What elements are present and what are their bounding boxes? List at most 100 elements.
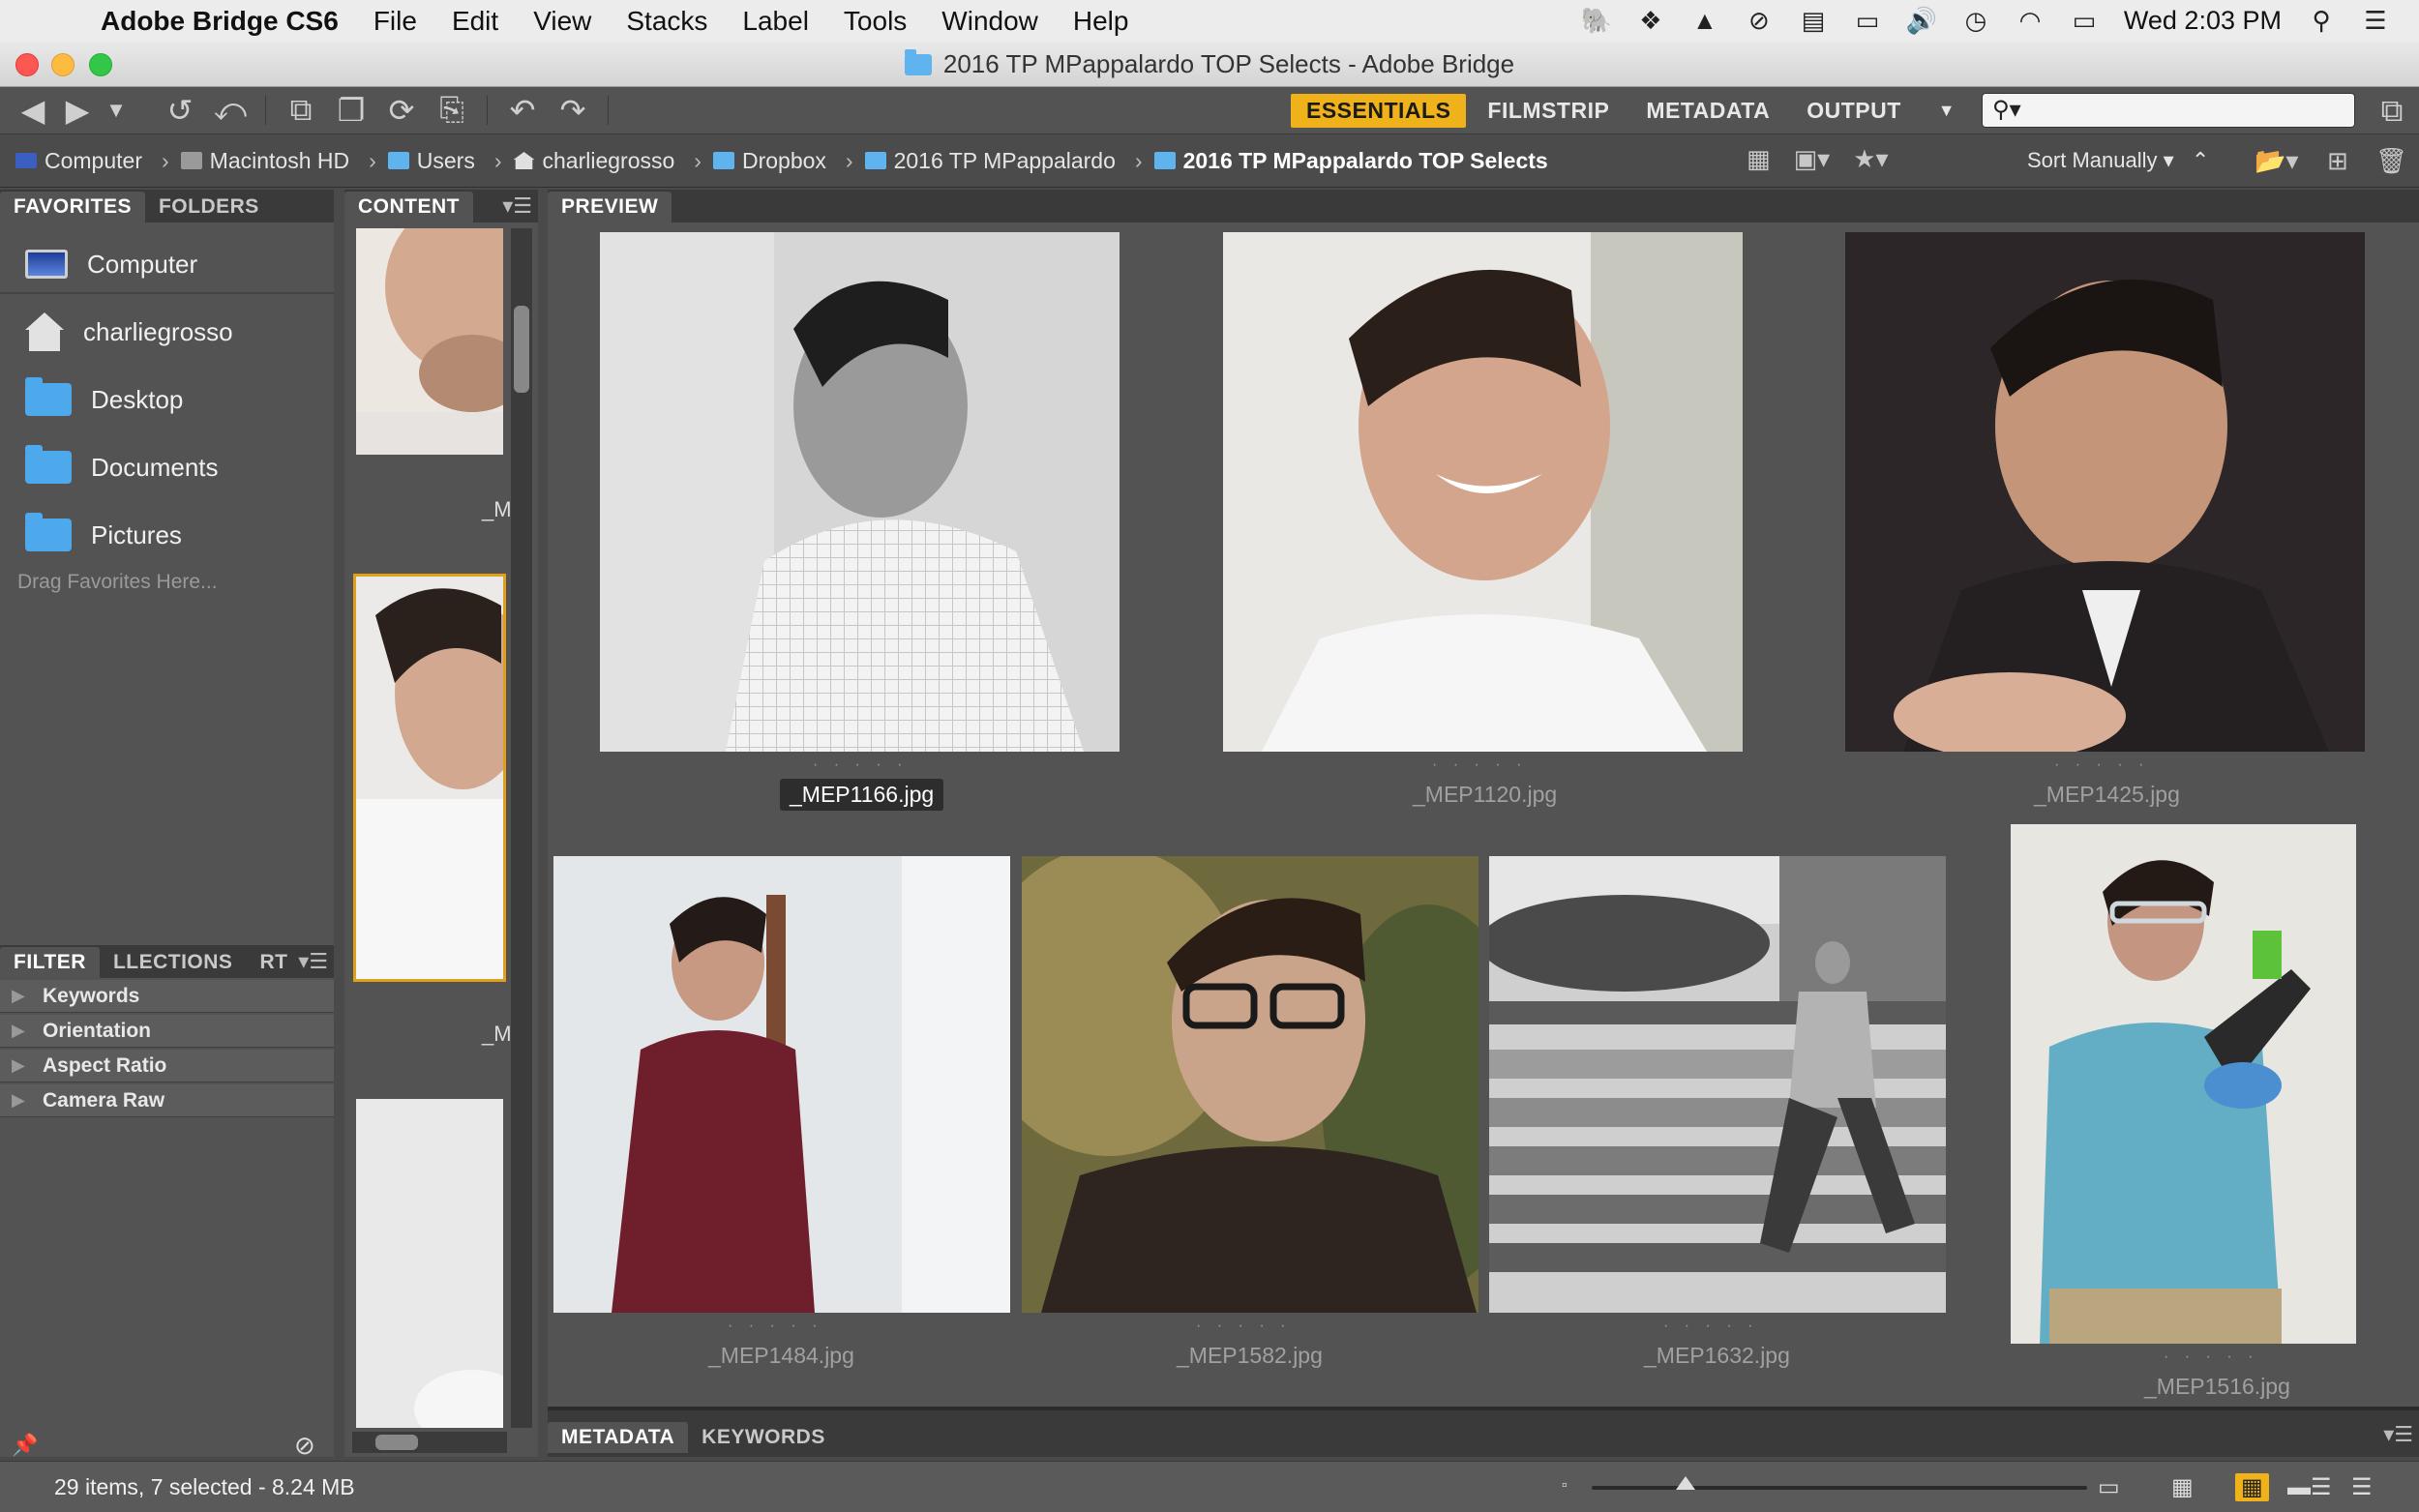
rating-dots[interactable]: · · · · · — [728, 1318, 822, 1335]
sort-control[interactable]: Sort Manually ▾ ⌃ — [2027, 148, 2209, 173]
panel-menu-icon[interactable]: ▾☰ — [502, 193, 532, 219]
notification-center-icon[interactable]: ☰ — [2361, 6, 2390, 36]
photo-mep1632[interactable] — [1489, 856, 1946, 1313]
tab-folders[interactable]: FOLDERS — [145, 192, 273, 222]
thumbnail-quality-icon[interactable]: ▣▾ — [1794, 144, 1831, 174]
rating-dots[interactable]: · · · · · — [813, 756, 908, 774]
quality-options-icon[interactable]: ▦ — [1747, 144, 1771, 174]
photo-mep1582[interactable] — [1022, 856, 1478, 1313]
time-machine-icon[interactable]: ◷ — [1961, 6, 1990, 36]
photo-mep1166[interactable] — [600, 232, 1120, 752]
rating-dots[interactable]: · · · · · — [1196, 1318, 1291, 1335]
filter-camera-raw[interactable]: ▶ Camera Raw — [0, 1084, 334, 1117]
battery-monitor-icon[interactable]: ▤ — [1799, 6, 1828, 36]
tab-content[interactable]: CONTENT — [344, 192, 473, 222]
battery-icon[interactable]: ▭ — [2070, 6, 2099, 36]
photo-label-mep1582[interactable]: _MEP1582.jpg — [1167, 1340, 1332, 1372]
workspace-output[interactable]: OUTPUT — [1791, 94, 1917, 128]
rating-dots[interactable]: · · · · · — [1663, 1318, 1758, 1335]
new-folder-icon[interactable]: ⊞ — [2327, 146, 2348, 176]
crumb-top-selects[interactable]: 2016 TP MPappalardo TOP Selects — [1153, 148, 1548, 174]
forward-arrow-icon[interactable]: ▶ — [58, 92, 97, 129]
back-arrow-icon[interactable]: ◀ — [8, 92, 58, 129]
open-with-icon[interactable]: ⎘ — [427, 92, 477, 129]
photo-mep1516[interactable] — [2011, 824, 2356, 1344]
photo-label-mep1425[interactable]: _MEP1425.jpg — [2024, 779, 2190, 811]
menu-stacks[interactable]: Stacks — [626, 6, 707, 37]
boomerang-icon[interactable]: ↺ — [155, 92, 205, 129]
photo-mep1120[interactable] — [1223, 232, 1743, 752]
filter-orientation[interactable]: ▶ Orientation — [0, 1015, 334, 1048]
tab-metadata[interactable]: METADATA — [548, 1422, 689, 1453]
menu-help[interactable]: Help — [1073, 6, 1129, 37]
wifi-icon[interactable]: ◠ — [2016, 6, 2045, 36]
refine-icon[interactable]: ❐ — [326, 92, 376, 129]
menu-file[interactable]: File — [373, 6, 417, 37]
menu-tools[interactable]: Tools — [844, 6, 907, 37]
thumbnail-size-slider[interactable] — [1592, 1476, 2087, 1490]
rating-dots[interactable]: · · · · · — [2054, 756, 2149, 774]
favorite-charliegrosso[interactable]: charliegrosso — [0, 298, 334, 366]
pin-icon[interactable]: 📌 — [12, 1433, 38, 1458]
photo-label-mep1120[interactable]: _MEP1120.jpg — [1403, 779, 1567, 811]
favorite-documents[interactable]: Documents — [0, 433, 334, 501]
tab-keywords[interactable]: KEYWORDS — [688, 1422, 839, 1453]
crumb-2016-tp-mpappalardo[interactable]: 2016 TP MPappalardo › — [864, 148, 1154, 174]
content-hscrollbar[interactable] — [352, 1432, 507, 1453]
workspace-more-icon[interactable]: ▼ — [1923, 97, 1971, 125]
search-field[interactable]: ⚲▾ — [1982, 93, 2355, 128]
trash-icon[interactable]: 🗑 — [2375, 146, 2407, 176]
sync-icon[interactable]: ⊘ — [1745, 6, 1774, 36]
view-thumbnails-icon[interactable]: ▦ — [2235, 1473, 2269, 1501]
dropbox-icon[interactable]: ❖ — [1636, 6, 1665, 36]
favorite-desktop[interactable]: Desktop — [0, 366, 334, 433]
panel-menu-icon[interactable]: ▾☰ — [2383, 1422, 2413, 1447]
photo-mep1425[interactable] — [1845, 232, 2365, 752]
volume-icon[interactable]: 🔊 — [1906, 6, 1937, 36]
tab-filter[interactable]: FILTER — [0, 947, 100, 978]
content-thumbnail-selected[interactable] — [353, 574, 506, 982]
panel-menu-icon[interactable]: ▾☰ — [298, 949, 328, 974]
sort-ascending-icon[interactable]: ⌃ — [2192, 148, 2209, 172]
menubar-clock[interactable]: Wed 2:03 PM — [2124, 6, 2282, 36]
crumb-charliegrosso[interactable]: charliegrosso › — [513, 148, 713, 174]
favorite-pictures[interactable]: Pictures — [0, 501, 334, 569]
open-recent-folder-icon[interactable]: 📂▾ — [2255, 146, 2298, 176]
crumb-dropbox[interactable]: Dropbox › — [712, 148, 865, 174]
photo-label-mep1166[interactable]: _MEP1166.jpg — [780, 779, 944, 811]
lock-grid-icon[interactable]: ▦ — [2171, 1473, 2194, 1501]
menu-view[interactable]: View — [533, 6, 591, 37]
workspace-essentials[interactable]: ESSENTIALS — [1291, 93, 1467, 128]
content-thumbnail[interactable] — [356, 1099, 503, 1428]
clear-filter-icon[interactable]: ⊘ — [294, 1431, 315, 1461]
crumb-computer[interactable]: Computer › — [15, 148, 181, 174]
crumb-users[interactable]: Users › — [387, 148, 514, 174]
photo-label-mep1516[interactable]: _MEP1516.jpg — [2135, 1371, 2300, 1403]
recent-dropdown-icon[interactable]: ▼ — [97, 98, 135, 123]
content-thumbnail[interactable] — [356, 228, 503, 455]
app-menu[interactable]: Adobe Bridge CS6 — [101, 6, 339, 37]
rating-dots[interactable]: · · · · · — [2164, 1349, 2258, 1366]
tab-favorites[interactable]: FAVORITES — [0, 192, 145, 222]
rating-filter-icon[interactable]: ★▾ — [1853, 144, 1888, 174]
tab-export[interactable]: RT — [246, 947, 301, 978]
menu-window[interactable]: Window — [941, 6, 1038, 37]
google-drive-icon[interactable]: ▲ — [1690, 6, 1719, 36]
view-list-icon[interactable]: ☰ — [2351, 1473, 2373, 1501]
compact-mode-icon[interactable]: ⧉ — [2367, 93, 2417, 130]
rating-dots[interactable]: · · · · · — [1432, 756, 1527, 774]
crumb-macintosh-hd[interactable]: Macintosh HD › — [180, 148, 388, 174]
menu-label[interactable]: Label — [742, 6, 809, 37]
airplay-icon[interactable]: ▭ — [1853, 6, 1882, 36]
get-photos-icon[interactable]: ⧉ — [276, 92, 326, 129]
tab-collections[interactable]: LLECTIONS — [100, 947, 247, 978]
spotlight-search-icon[interactable]: ⚲ — [2307, 6, 2336, 36]
camera-raw-icon[interactable]: ⤺ — [205, 92, 255, 129]
view-details-icon[interactable]: ▬☰ — [2287, 1473, 2332, 1501]
slider-knob[interactable] — [1676, 1476, 1696, 1490]
larger-thumbnail-icon[interactable]: ▭ — [2098, 1473, 2120, 1501]
favorite-computer[interactable]: Computer — [0, 230, 334, 298]
rotate-left-icon[interactable]: ↶ — [497, 92, 548, 129]
menu-edit[interactable]: Edit — [452, 6, 498, 37]
photo-mep1484[interactable] — [553, 856, 1010, 1313]
